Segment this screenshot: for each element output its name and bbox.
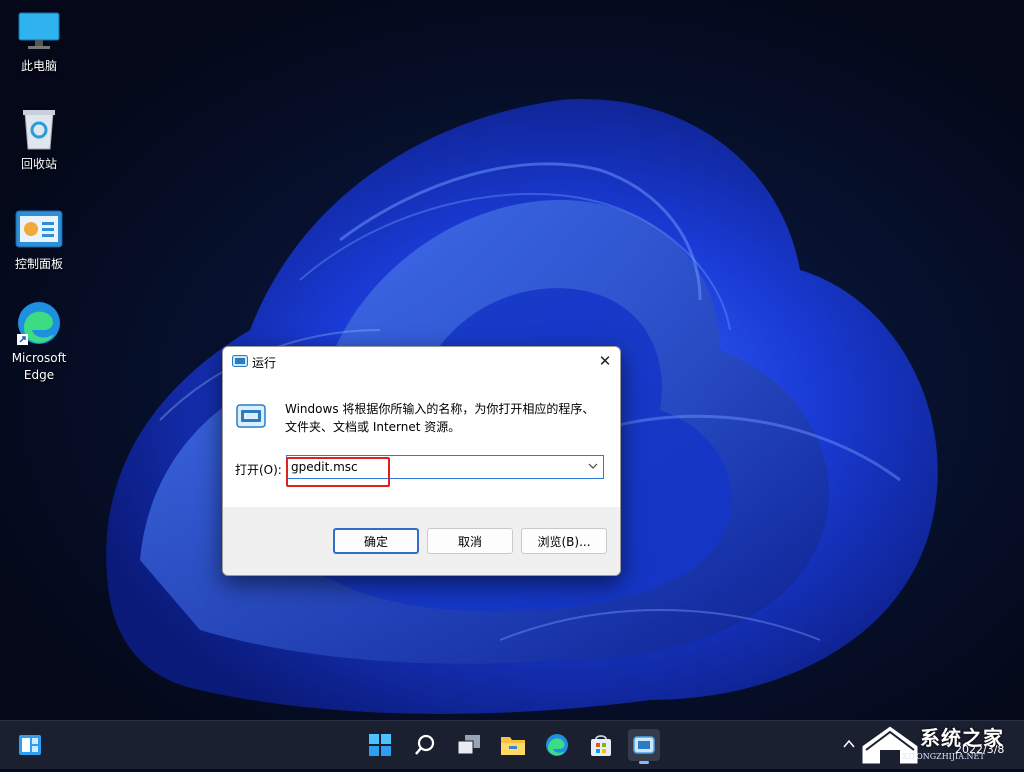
red-highlight-annotation [286,457,390,487]
store-icon [591,735,611,756]
edge-icon [15,300,63,346]
monitor-icon [15,8,63,54]
run-taskbar-button[interactable] [628,729,660,764]
dialog-title-bar[interactable]: 运行 ✕ [223,347,620,377]
widgets-icon [19,735,41,755]
start-icon [369,734,391,756]
desktop-icon-label: 控制面板 [14,257,63,271]
task-view-icon [457,735,480,755]
dialog-title: 运行 [252,356,277,370]
file-explorer-button[interactable] [497,729,529,761]
search-icon [415,734,435,755]
chevron-down-icon[interactable] [587,460,599,472]
desktop-icon-this-pc[interactable]: 此电脑 [1,8,77,75]
desktop-icon-control-panel[interactable]: 控制面板 [1,206,77,273]
run-icon [633,736,655,754]
run-icon [232,355,248,367]
run-dialog: 运行 ✕ Windows 将根据你所输入的名称，为你打开相应的程序、文件夹、文档… [222,346,621,576]
desktop-icon-edge[interactable]: Microsoft Edge [1,300,77,384]
chevron-up-icon[interactable] [843,739,855,749]
open-label: 打开(O): [235,463,282,477]
close-button[interactable]: ✕ [590,347,620,375]
desktop-icon-label: 此电脑 [20,59,57,73]
task-view-button[interactable] [453,729,485,761]
edge-icon [546,734,568,756]
edge-button[interactable] [541,729,573,761]
run-program-icon [236,404,266,428]
taskbar-date[interactable]: 2022/3/8 [955,743,1004,756]
folder-icon [501,737,525,755]
dialog-description: Windows 将根据你所输入的名称，为你打开相应的程序、文件夹、文档或 Int… [285,402,595,434]
recycle-bin-icon [15,106,63,152]
start-button[interactable] [364,729,396,761]
cancel-button[interactable]: 取消 [427,528,513,554]
control-panel-icon [15,206,63,252]
search-button[interactable] [409,729,441,761]
desktop-icon-label: Microsoft Edge [11,351,67,382]
desktop-icon-recycle-bin[interactable]: 回收站 [1,106,77,173]
close-icon: ✕ [598,352,612,370]
store-button[interactable] [585,729,617,761]
ok-button[interactable]: 确定 [333,528,419,554]
desktop-icon-label: 回收站 [20,157,57,171]
browse-button[interactable]: 浏览(B)... [521,528,607,554]
widgets-button[interactable] [14,729,46,761]
